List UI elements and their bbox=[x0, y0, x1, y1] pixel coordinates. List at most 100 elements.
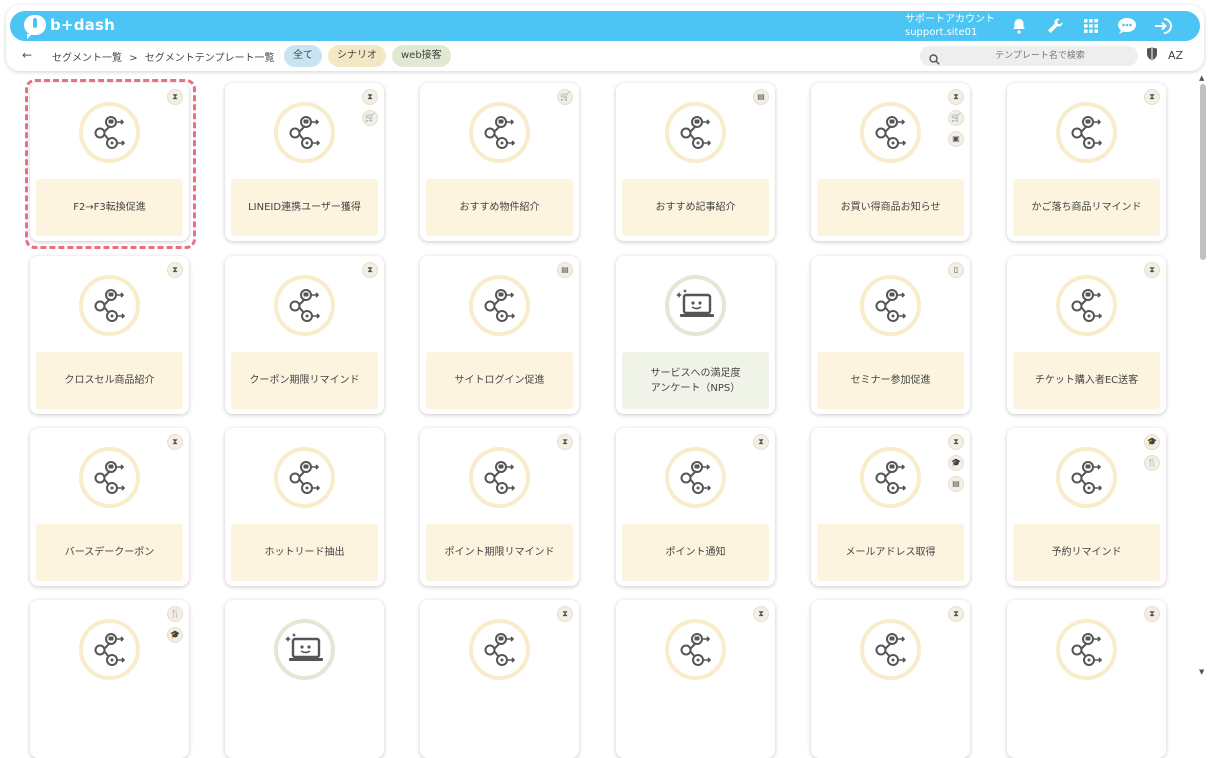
brand-logo[interactable]: b+dash bbox=[24, 15, 115, 39]
card-badges: ⧗ bbox=[1144, 89, 1160, 105]
category-badge-icon: 🎓 bbox=[1144, 434, 1160, 450]
template-card[interactable]: ⧗ bbox=[811, 600, 970, 758]
scenario-flow-icon bbox=[1056, 275, 1117, 336]
scenario-flow-icon bbox=[665, 447, 726, 508]
vertical-scrollbar[interactable]: ▲ ▼ bbox=[1198, 74, 1208, 680]
bell-icon[interactable] bbox=[1008, 15, 1030, 37]
scenario-flow-icon bbox=[469, 275, 530, 336]
logout-icon[interactable] bbox=[1152, 15, 1174, 37]
scenario-flow-icon bbox=[79, 447, 140, 508]
template-card-label: メールアドレス取得 bbox=[817, 524, 964, 581]
template-card[interactable]: かご落ち商品リマインド ⧗ bbox=[1007, 83, 1166, 241]
survey-laptop-icon bbox=[665, 275, 726, 336]
template-card[interactable]: ポイント通知 ⧗ bbox=[616, 428, 775, 586]
template-card[interactable]: メールアドレス取得 ⧗ 🎓 ▤ bbox=[811, 428, 970, 586]
scenario-flow-icon bbox=[860, 275, 921, 336]
tab-scenario[interactable]: シナリオ bbox=[328, 45, 386, 67]
template-card-label: おすすめ物件紹介 bbox=[426, 179, 573, 236]
card-badges: 🎓 🍴 bbox=[1144, 434, 1160, 471]
template-card[interactable]: クーポン期限リマインド ⧗ bbox=[225, 256, 384, 414]
template-card[interactable]: 予約リマインド 🎓 🍴 bbox=[1007, 428, 1166, 586]
template-card[interactable]: サービスへの満足度 アンケート（NPS） bbox=[616, 256, 775, 414]
card-badges: ⧗ bbox=[557, 606, 573, 622]
scenario-flow-icon bbox=[860, 619, 921, 680]
template-card[interactable]: クロスセル商品紹介 ⧗ bbox=[30, 256, 189, 414]
category-badge-icon: ⧗ bbox=[557, 434, 573, 450]
card-badges: ⧗ bbox=[167, 262, 183, 278]
template-card-label: セミナー参加促進 bbox=[817, 352, 964, 409]
card-badges: ⧗ bbox=[167, 434, 183, 450]
card-badges: ⧗ bbox=[948, 606, 964, 622]
scenario-flow-icon bbox=[274, 275, 335, 336]
category-badge-icon: 🍴 bbox=[167, 606, 183, 622]
template-card[interactable]: おすすめ物件紹介 🛒 bbox=[420, 83, 579, 241]
scenario-flow-icon bbox=[860, 447, 921, 508]
template-card[interactable]: ポイント期限リマインド ⧗ bbox=[420, 428, 579, 586]
category-badge-icon: ⧗ bbox=[948, 89, 964, 105]
template-card-label: ホットリード抽出 bbox=[231, 524, 378, 581]
scroll-down-arrow-icon[interactable]: ▼ bbox=[1199, 668, 1204, 676]
template-card[interactable]: バースデークーポン ⧗ bbox=[30, 428, 189, 586]
scenario-flow-icon bbox=[1056, 102, 1117, 163]
template-card-label: チケット購入者EC送客 bbox=[1013, 352, 1160, 409]
template-card[interactable]: LINEID連携ユーザー獲得 ⧗ 🛒 bbox=[225, 83, 384, 241]
card-badges: ⧗ bbox=[362, 262, 378, 278]
scenario-flow-icon bbox=[79, 102, 140, 163]
card-badges: ⧗ bbox=[753, 434, 769, 450]
filter-tabs: 全て シナリオ web接客 bbox=[284, 45, 451, 67]
template-card[interactable]: ホットリード抽出 bbox=[225, 428, 384, 586]
template-card[interactable]: ⧗ bbox=[616, 600, 775, 758]
account-site: support.site01 bbox=[905, 27, 978, 38]
toolbar: ← セグメント一覧 > セグメントテンプレート一覧 全て シナリオ web接客 … bbox=[18, 45, 1198, 69]
scenario-flow-icon bbox=[274, 447, 335, 508]
breadcrumb-segment-list[interactable]: セグメント一覧 bbox=[52, 53, 122, 64]
template-card-label: サービスへの満足度 アンケート（NPS） bbox=[622, 352, 769, 409]
category-badge-icon: ⧗ bbox=[362, 262, 378, 278]
template-card[interactable]: サイトログイン促進 ▤ bbox=[420, 256, 579, 414]
template-card-label: F2→F3転換促進 bbox=[36, 179, 183, 236]
template-card-label: ポイント期限リマインド bbox=[426, 524, 573, 581]
category-badge-icon: ⧗ bbox=[167, 89, 183, 105]
card-badges: ⧗ bbox=[557, 434, 573, 450]
category-badge-icon: 🎓 bbox=[167, 627, 183, 643]
template-card[interactable]: 🍴 🎓 bbox=[30, 600, 189, 758]
card-badges: ⧗ bbox=[167, 89, 183, 105]
card-badges: ⧗ bbox=[1144, 606, 1160, 622]
template-card[interactable]: ⧗ bbox=[1007, 600, 1166, 758]
template-card[interactable]: F2→F3転換促進 ⧗ bbox=[25, 79, 196, 249]
tab-web[interactable]: web接客 bbox=[392, 45, 451, 67]
account-info[interactable]: サポートアカウント support.site01 bbox=[905, 13, 995, 39]
scroll-thumb[interactable] bbox=[1200, 84, 1206, 260]
card-badges: 🍴 🎓 bbox=[167, 606, 183, 643]
template-card-label: クーポン期限リマインド bbox=[231, 352, 378, 409]
tab-all[interactable]: 全て bbox=[284, 45, 322, 67]
template-card[interactable]: セミナー参加促進 ▯ bbox=[811, 256, 970, 414]
category-badge-icon: 🍴 bbox=[1144, 455, 1160, 471]
filter-shield-icon[interactable] bbox=[1146, 47, 1158, 64]
search-input[interactable] bbox=[950, 46, 1130, 66]
back-arrow-icon[interactable]: ← bbox=[22, 48, 32, 62]
category-badge-icon: ▤ bbox=[753, 89, 769, 105]
template-card[interactable] bbox=[225, 600, 384, 758]
grid-apps-icon[interactable] bbox=[1080, 15, 1102, 37]
template-card-label: バースデークーポン bbox=[36, 524, 183, 581]
template-card[interactable]: チケット購入者EC送客 ⧗ bbox=[1007, 256, 1166, 414]
template-card-label: お買い得商品お知らせ bbox=[817, 179, 964, 236]
scenario-flow-icon bbox=[665, 619, 726, 680]
template-card[interactable]: お買い得商品お知らせ ⧗ 🛒 ▣ bbox=[811, 83, 970, 241]
wrench-icon[interactable] bbox=[1044, 15, 1066, 37]
category-badge-icon: ⧗ bbox=[167, 262, 183, 278]
template-card[interactable]: ⧗ bbox=[420, 600, 579, 758]
category-badge-icon: ⧗ bbox=[167, 434, 183, 450]
scenario-flow-icon bbox=[665, 102, 726, 163]
category-badge-icon: ▣ bbox=[948, 131, 964, 147]
scroll-up-arrow-icon[interactable]: ▲ bbox=[1199, 74, 1204, 82]
card-badges: ⧗ 🎓 ▤ bbox=[948, 434, 964, 492]
chat-support-icon[interactable] bbox=[1116, 15, 1138, 37]
category-badge-icon: ⧗ bbox=[1144, 262, 1160, 278]
sort-az-icon[interactable]: AZ bbox=[1168, 49, 1183, 62]
template-card[interactable]: おすすめ記事紹介 ▤ bbox=[616, 83, 775, 241]
card-badges: 🛒 bbox=[557, 89, 573, 105]
category-badge-icon: ⧗ bbox=[753, 434, 769, 450]
template-card-label: 予約リマインド bbox=[1013, 524, 1160, 581]
